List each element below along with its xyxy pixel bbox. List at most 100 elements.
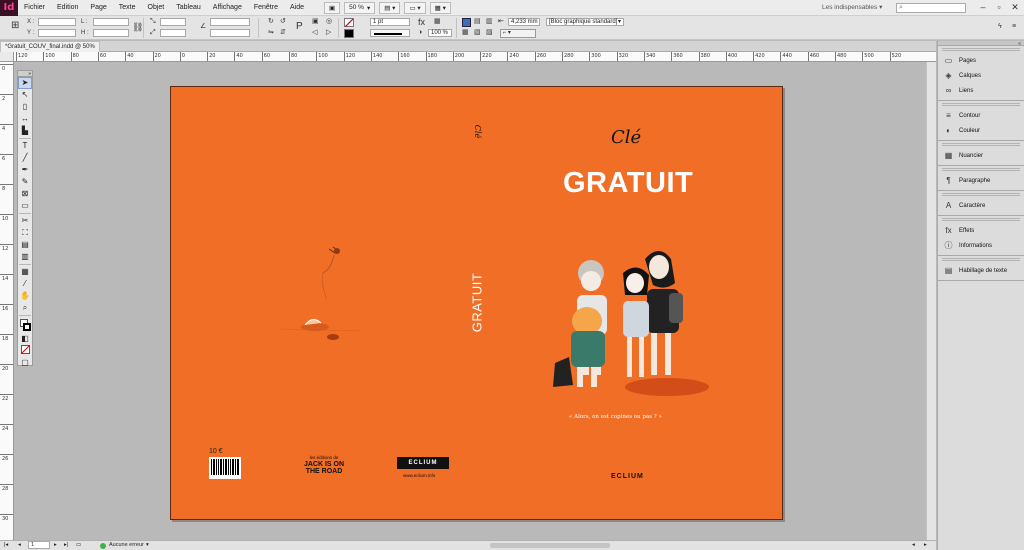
panel-group-grip[interactable]: [942, 193, 1020, 196]
vertical-scrollbar[interactable]: [926, 62, 936, 540]
previous-page-icon[interactable]: ◂: [18, 542, 21, 548]
shear-angle-field[interactable]: [210, 29, 250, 37]
select-container-icon[interactable]: ▣: [312, 18, 319, 26]
x-position-field[interactable]: [38, 18, 76, 26]
object-style-dropdown[interactable]: [Bloc graphique standard] ▾: [546, 18, 624, 26]
scroll-right-icon[interactable]: ▸: [924, 542, 927, 548]
selection-tool-icon[interactable]: ➤: [18, 77, 32, 89]
panel-group-grip[interactable]: [942, 218, 1020, 221]
align-right-icon[interactable]: ▨: [486, 29, 493, 37]
menu-item[interactable]: Edition: [51, 4, 84, 11]
reference-point-icon[interactable]: ⊞: [11, 21, 19, 31]
last-page-icon[interactable]: ▸|: [64, 542, 68, 548]
rectangle-frame-tool-icon[interactable]: ⊠: [18, 188, 32, 200]
menu-item[interactable]: Fenêtre: [248, 4, 284, 11]
panel-group-grip[interactable]: [942, 168, 1020, 171]
select-content-icon[interactable]: ◎: [326, 18, 332, 26]
scale-y-field[interactable]: [160, 29, 186, 37]
panel-group-grip[interactable]: [942, 103, 1020, 106]
note-tool-icon[interactable]: ▦: [18, 266, 32, 278]
rotation-angle-field[interactable]: [210, 18, 250, 26]
arrange-documents-button[interactable]: ▦ ▾: [429, 1, 451, 14]
height-field[interactable]: [93, 29, 129, 37]
rectangle-tool-icon[interactable]: ▭: [18, 200, 32, 212]
panel-item-informations[interactable]: ⓘ Informations: [938, 238, 1024, 253]
fill-swatch[interactable]: [344, 18, 354, 28]
horizontal-scrollbar-thumb[interactable]: [490, 543, 610, 548]
opacity-field[interactable]: 100 %: [428, 29, 452, 37]
zoom-level-dropdown[interactable]: 50 % ▾: [344, 1, 376, 14]
stroke-swatch[interactable]: [344, 29, 354, 38]
fill-stroke-swatch[interactable]: [18, 317, 32, 333]
document-tab[interactable]: *Gratuit_COUV_final.indd @ 50% ×: [0, 41, 100, 60]
effects-menu-icon[interactable]: ▦: [434, 18, 441, 26]
bridge-button[interactable]: ▣: [323, 1, 341, 14]
open-page-icon[interactable]: ▭: [76, 542, 81, 548]
flip-vertical-icon[interactable]: ⇵: [280, 29, 286, 37]
preflight-status[interactable]: Aucune erreur: [109, 542, 144, 548]
zoom-tool-icon[interactable]: ⌕: [18, 302, 32, 314]
panel-item-couleur[interactable]: ◐ Couleur: [938, 123, 1024, 138]
panel-item-pages[interactable]: ▭ Pages: [938, 53, 1024, 68]
panel-group-grip[interactable]: [942, 48, 1020, 51]
panel-item-contour[interactable]: ≡ Contour: [938, 108, 1024, 123]
screen-mode-button[interactable]: ▭ ▾: [404, 1, 426, 14]
eyedropper-tool-icon[interactable]: ⁄: [18, 278, 32, 290]
quick-apply-icon[interactable]: ϟ: [998, 23, 1002, 31]
scroll-left-icon[interactable]: ◂: [912, 542, 915, 548]
menu-item[interactable]: Objet: [142, 4, 171, 11]
rotate-cw-icon[interactable]: ↻: [268, 18, 274, 26]
panel-item-caract-re[interactable]: A Caractère: [938, 198, 1024, 213]
page-number-field[interactable]: 1: [28, 541, 50, 549]
maximize-button[interactable]: ▫: [992, 2, 1006, 12]
direct-selection-tool-icon[interactable]: ↖: [18, 89, 32, 101]
help-search-input[interactable]: ⌕: [896, 3, 966, 13]
width-field[interactable]: [93, 18, 129, 26]
constrain-proportions-icon[interactable]: ⛓: [132, 23, 143, 32]
content-collector-icon[interactable]: ▙: [18, 125, 32, 137]
panel-item-calques[interactable]: ◈ Calques: [938, 68, 1024, 83]
minimize-button[interactable]: –: [976, 2, 990, 12]
measure-field[interactable]: 4,233 mm: [508, 18, 540, 26]
type-tool-icon[interactable]: T: [18, 140, 32, 152]
align-center-icon[interactable]: ▧: [474, 29, 481, 37]
gradient-swatch-tool-icon[interactable]: ▤: [18, 239, 32, 251]
panel-item-liens[interactable]: ∞ Liens: [938, 83, 1024, 98]
workspace-switcher[interactable]: Les indispensables ▾: [822, 3, 882, 11]
view-options-button[interactable]: ▤ ▾: [379, 1, 401, 14]
wrap-bounding-icon[interactable]: ▤: [474, 18, 481, 26]
menu-item[interactable]: Fichier: [18, 4, 51, 11]
panel-menu-icon[interactable]: ≡: [1012, 23, 1016, 31]
hand-tool-icon[interactable]: ✋: [18, 290, 32, 302]
select-next-icon[interactable]: ▷: [326, 29, 331, 37]
page-tool-icon[interactable]: ▯: [18, 101, 32, 113]
free-transform-tool-icon[interactable]: ⛶: [18, 227, 32, 239]
line-tool-icon[interactable]: ╱: [18, 152, 32, 164]
menu-item[interactable]: Affichage: [207, 4, 248, 11]
menu-item[interactable]: Tableau: [170, 4, 207, 11]
stroke-type-dropdown[interactable]: [370, 29, 410, 37]
screen-mode-icon[interactable]: ▢: [18, 357, 32, 369]
gap-tool-icon[interactable]: ↔: [18, 113, 32, 125]
menu-item[interactable]: Page: [84, 4, 112, 11]
panel-item-nuancier[interactable]: ▦ Nuancier: [938, 148, 1024, 163]
pen-tool-icon[interactable]: ✒: [18, 164, 32, 176]
align-left-icon[interactable]: ▦: [462, 29, 469, 37]
stroke-weight-field[interactable]: 1 pt: [370, 18, 410, 26]
panel-item-paragraphe[interactable]: ¶ Paragraphe: [938, 173, 1024, 188]
rotate-ccw-icon[interactable]: ↺: [280, 18, 286, 26]
panel-item-effets[interactable]: fx Effets: [938, 223, 1024, 238]
wrap-none-icon[interactable]: [462, 18, 471, 27]
preflight-menu-icon[interactable]: ▾: [146, 542, 149, 548]
horizontal-ruler[interactable]: 120 100 80 60 40 20 0 20 40 60 80 100 120 140 160 180 20…: [14, 52, 936, 62]
stroke-proxy[interactable]: [23, 323, 31, 331]
apply-none-icon[interactable]: [18, 344, 32, 357]
wrap-shape-icon[interactable]: ▥: [486, 18, 493, 26]
vertical-ruler[interactable]: 0 2 4 6 8 10 12 14 16 18 20 22 24 26 28 30: [0, 62, 14, 540]
corner-options-dropdown[interactable]: ⌐ ▾: [500, 29, 536, 38]
panel-item-habillage-de-texte[interactable]: ▤ Habillage de texte: [938, 263, 1024, 278]
effects-fx-icon[interactable]: fx: [418, 18, 425, 27]
first-page-icon[interactable]: |◂: [4, 542, 8, 548]
ruler-origin[interactable]: [0, 52, 14, 62]
formatting-affects-icon[interactable]: ◧: [18, 333, 32, 345]
